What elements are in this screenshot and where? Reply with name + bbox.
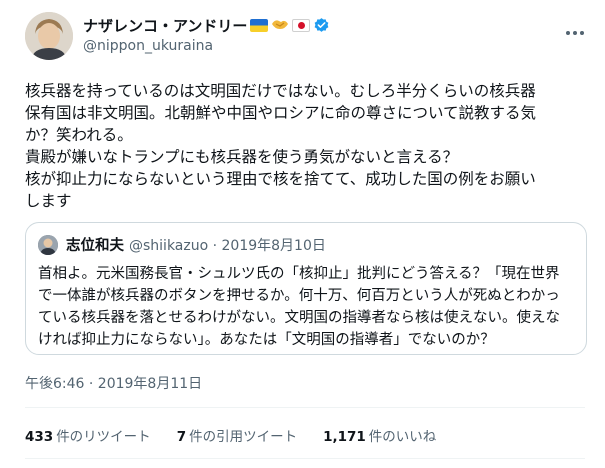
author-display-name[interactable]: ナザレンコ・アンドリー	[83, 15, 247, 36]
author-handle[interactable]: @nippon_ukuraina	[83, 38, 213, 54]
quoted-author-meta: @shiikazuo · 2019年8月10日	[129, 237, 326, 254]
quoted-text-line: で一体誰が核兵器のボタンを押せるか。何十万、何百万という人が死ぬとわかっ	[38, 288, 560, 304]
divider	[25, 407, 585, 408]
quoted-tweet-text: 首相よ。元米国務長官・シュルツ氏の「核抑止」批判にどう答える？「現在世界 で一体…	[38, 263, 578, 351]
retweets-stat[interactable]: 433 件のリツイート	[25, 425, 151, 445]
quoted-author-avatar	[38, 234, 58, 255]
quoted-tweet-header: 志位和夫 @shiikazuo · 2019年8月10日	[38, 234, 326, 255]
quoted-tweet-card[interactable]: 志位和夫 @shiikazuo · 2019年8月10日 首相よ。元米国務長官・…	[25, 222, 587, 355]
quoted-text-line: ている核兵器を落とせるわけがない。文明国の指導者なら核は使えない。使えな	[38, 310, 560, 326]
likes-count: 1,171	[323, 429, 366, 445]
tweet-text-line: します	[25, 192, 72, 210]
tweet-stats: 433 件のリツイート 7 件の引用ツイート 1,171 件のいいね	[25, 425, 436, 445]
tweet-text-line: か？笑われる。	[25, 126, 133, 144]
more-options-icon[interactable]	[565, 20, 585, 41]
handshake-emoji-icon	[271, 16, 289, 35]
tweet-text: 核兵器を持っているのは文明国だけではない。むしろ半分くらいの核兵器 保有国は非文…	[25, 80, 585, 212]
quoted-author-name: 志位和夫	[66, 238, 124, 254]
retweets-count: 433	[25, 429, 54, 445]
tweet-text-line: 保有国は非文明国。北朝鮮や中国やロシアに命の尊さについて説教する気	[25, 104, 537, 122]
tweet-text-line: 貴殿が嫌いなトランプにも核兵器を使う勇気がないと言える？	[25, 148, 459, 166]
quotes-count: 7	[176, 429, 187, 445]
japan-flag-icon	[292, 19, 311, 32]
quotes-label: 件の引用ツイート	[189, 429, 298, 445]
verified-badge-icon	[313, 17, 330, 34]
tweet-timestamp[interactable]: 午後6:46 · 2019年8月11日	[25, 373, 202, 393]
quoted-text-line: ければ抑止力にならない」。あなたは「文明国の指導者」でないのか？	[38, 332, 495, 348]
quoted-text-line: 首相よ。元米国務長官・シュルツ氏の「核抑止」批判にどう答える？「現在世界	[38, 266, 560, 282]
author-name-row: ナザレンコ・アンドリー	[83, 15, 330, 36]
author-avatar[interactable]	[25, 12, 73, 60]
retweets-label: 件のリツイート	[56, 429, 151, 445]
tweet-text-line: 核が抑止力にならないという理由で核を捨てて、成功した国の例をお願い	[25, 170, 536, 188]
likes-stat[interactable]: 1,171 件のいいね	[323, 425, 436, 445]
tweet-header: ナザレンコ・アンドリー @nippon_ukuraina	[25, 12, 585, 60]
divider	[25, 458, 585, 459]
quotes-stat[interactable]: 7 件の引用ツイート	[177, 425, 297, 445]
likes-label: 件のいいね	[368, 429, 437, 445]
ukraine-flag-icon	[250, 19, 269, 32]
tweet-text-line: 核兵器を持っているのは文明国だけではない。むしろ半分くらいの核兵器	[25, 82, 536, 100]
